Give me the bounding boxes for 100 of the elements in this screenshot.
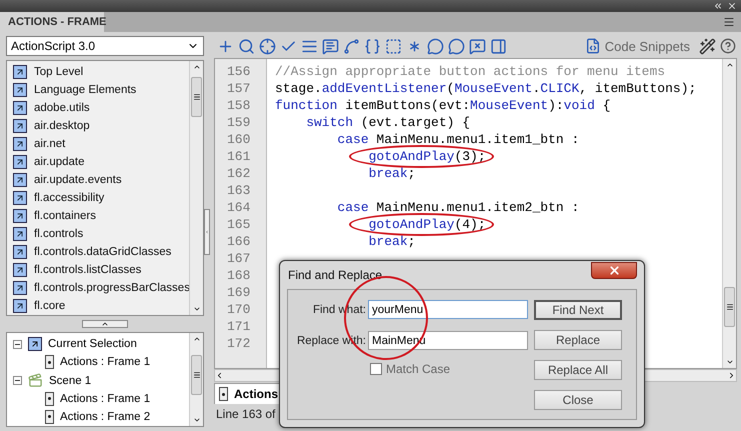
menu-icon[interactable] <box>723 16 735 28</box>
scrollbar[interactable] <box>722 59 736 368</box>
library-item[interactable]: Top Level <box>34 66 84 78</box>
line-number: 172 <box>226 335 252 352</box>
dialog-button[interactable]: Find Next <box>534 300 622 320</box>
panel-tab[interactable]: ACTIONS - FRAME <box>0 12 104 32</box>
line-number: 158 <box>226 97 252 114</box>
library-item[interactable]: Language Elements <box>34 84 136 96</box>
speech-bubble-icon <box>448 38 465 54</box>
library-item[interactable]: air.update <box>34 156 85 168</box>
book-icon <box>13 281 27 295</box>
help-icon <box>720 38 736 54</box>
code-line: stage.addEventListener(MouseEvent.CLICK, itemButtons); <box>275 81 696 96</box>
collapse-toggle[interactable] <box>13 340 22 349</box>
tree-item[interactable]: Scene 1 <box>49 374 92 386</box>
scroll-left-icon <box>215 371 224 380</box>
collapse-toggle[interactable] <box>13 376 22 385</box>
language-dropdown[interactable]: ActionScript 3.0 <box>6 36 204 56</box>
scroll-up-icon <box>726 61 734 69</box>
line-number: 167 <box>226 250 252 267</box>
magnifier-icon <box>238 38 255 54</box>
braces-icon <box>364 38 381 54</box>
splitter-handle[interactable] <box>82 320 128 328</box>
line-number: 165 <box>226 216 252 233</box>
input-field[interactable]: yourMenu <box>368 300 528 319</box>
code-line: gotoAndPlay(3); <box>275 149 486 164</box>
toolbar-button[interactable] <box>489 36 508 56</box>
toolbar-button[interactable] <box>363 36 382 56</box>
line-number: 161 <box>226 148 252 165</box>
toolbar-button[interactable] <box>237 36 256 56</box>
toolbar-button[interactable] <box>342 36 361 56</box>
line-number: 164 <box>226 199 252 216</box>
book-icon <box>13 227 27 241</box>
code-line: gotoAndPlay(4); <box>275 217 486 232</box>
panel-icon <box>490 38 507 54</box>
match-case-checkbox[interactable]: Match Case <box>370 362 534 376</box>
toolbar-button[interactable] <box>719 37 737 55</box>
splitter-handle[interactable] <box>204 208 210 254</box>
toolbar-button[interactable] <box>426 36 445 56</box>
dashed-square-icon <box>385 38 402 54</box>
dialog-button[interactable]: Close <box>534 390 622 410</box>
tree-item[interactable]: Actions : Frame 1 <box>60 392 150 405</box>
dialog-title: Find and Replace <box>287 268 382 282</box>
book-icon <box>13 65 27 79</box>
tree-item[interactable]: Actions : Frame 1 <box>60 356 150 368</box>
crosshair-icon <box>259 38 276 54</box>
code-line: break; <box>368 234 416 249</box>
toolbar-button[interactable] <box>447 36 466 56</box>
status-text: Line 163 of <box>215 406 276 423</box>
grip-icon <box>726 303 734 311</box>
scrollbar[interactable] <box>189 61 203 315</box>
line-number: 156 <box>226 63 252 80</box>
line-number: 170 <box>226 301 252 318</box>
line-number: 171 <box>226 318 252 335</box>
code-line: switch (evt.target) { <box>305 115 470 130</box>
dialog-button[interactable]: Replace All <box>534 360 622 380</box>
library-item[interactable]: fl.controls.dataGridClasses <box>34 246 172 258</box>
book-icon <box>28 337 42 352</box>
code-line: case MainMenu.menu1.item2_btn : <box>336 200 580 215</box>
library-item[interactable]: fl.accessibility <box>34 192 104 204</box>
book-icon <box>13 137 27 151</box>
library-item[interactable]: fl.containers <box>34 210 96 222</box>
line-number: 166 <box>226 233 252 250</box>
book-icon <box>13 245 27 259</box>
line-number: 162 <box>226 165 252 182</box>
book-icon <box>13 101 27 115</box>
line-number: 163 <box>226 182 252 199</box>
close-button[interactable] <box>591 262 637 278</box>
library-item[interactable]: fl.core <box>34 300 66 312</box>
library-item[interactable]: fl.controls <box>34 228 84 240</box>
scrollbar[interactable] <box>189 333 203 426</box>
toolbar-button[interactable] <box>698 36 717 56</box>
toolbar-button[interactable] <box>321 36 340 56</box>
library-item[interactable]: air.desktop <box>34 120 90 132</box>
close-icon[interactable] <box>727 1 737 11</box>
scroll-down-icon <box>192 305 200 313</box>
dialog-button[interactable]: Replace <box>534 330 622 350</box>
frame-icon <box>219 387 228 401</box>
book-icon <box>13 191 27 205</box>
scroll-down-icon <box>192 416 200 424</box>
collapse-icon[interactable] <box>713 1 723 11</box>
library-item[interactable]: air.update.events <box>34 174 122 186</box>
toolbar-button[interactable] <box>258 36 277 56</box>
scroll-down-icon <box>726 358 734 366</box>
tree-item[interactable]: Actions : Frame 2 <box>60 410 150 423</box>
grip-icon <box>192 93 200 101</box>
code-line: break; <box>368 166 416 181</box>
toolbar-button[interactable] <box>384 36 403 56</box>
book-icon <box>13 155 27 169</box>
code-snippets-button[interactable]: Code Snippets <box>578 37 696 55</box>
tree-item[interactable]: Current Selection <box>48 338 137 350</box>
line-number: 160 <box>226 131 252 148</box>
library-item[interactable]: air.net <box>34 138 66 150</box>
library-item[interactable]: adobe.utils <box>34 102 90 114</box>
book-icon <box>13 83 27 97</box>
speech-bubble-icon <box>322 38 339 54</box>
scroll-up-icon <box>192 63 200 71</box>
toolbar-button[interactable] <box>468 36 487 56</box>
library-item[interactable]: fl.controls.listClasses <box>34 264 142 276</box>
chevron-up-icon <box>101 320 109 328</box>
